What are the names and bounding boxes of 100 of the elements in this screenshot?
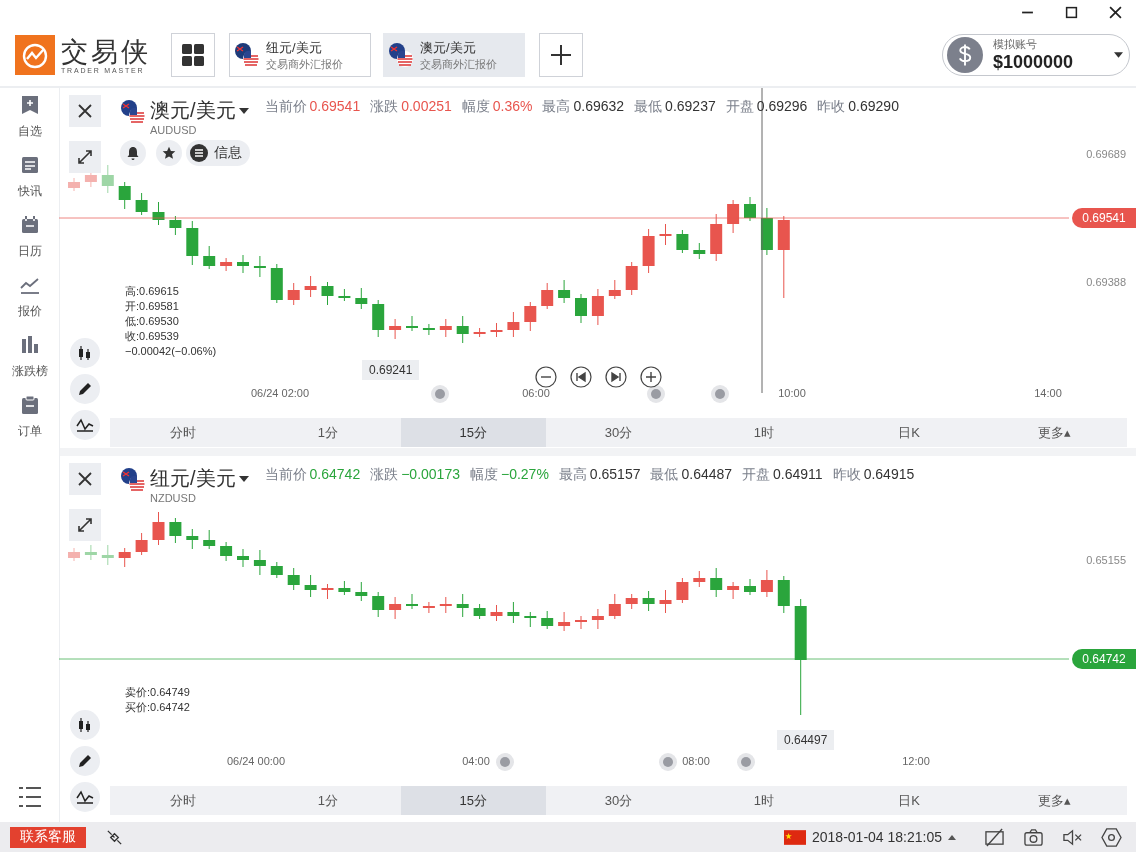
mute-icon[interactable]: [1062, 827, 1083, 847]
event-marker-icon[interactable]: [496, 753, 514, 771]
sidebar-item[interactable]: 日历: [17, 215, 42, 275]
expand-button[interactable]: [69, 141, 101, 173]
quote-label: 当前价: [264, 98, 307, 114]
candlestick-icon: [77, 717, 93, 733]
support-button[interactable]: 联系客服: [10, 826, 86, 848]
event-marker-icon[interactable]: [737, 753, 755, 771]
period-tab[interactable]: 分时: [110, 418, 256, 447]
period-tab[interactable]: 1时: [691, 418, 837, 447]
skip-back-icon[interactable]: [570, 366, 592, 388]
add-button[interactable]: [539, 33, 583, 77]
time-label: 08:00: [682, 755, 710, 767]
quote-value: 0.69632: [573, 98, 625, 114]
candle: [203, 529, 216, 550]
trend-line-icon: [19, 275, 40, 295]
candle: [68, 547, 80, 562]
candle: [642, 228, 655, 274]
candle: [473, 603, 486, 620]
candle-type-button[interactable]: [70, 338, 100, 368]
period-tab[interactable]: 日K: [836, 418, 982, 447]
grid-button[interactable]: [171, 33, 215, 77]
period-tab[interactable]: 30分: [545, 786, 692, 815]
caret-icon[interactable]: [948, 834, 956, 840]
candle: [406, 315, 418, 332]
candle: [439, 318, 452, 338]
time-label: 14:00: [1034, 387, 1062, 399]
time-label: 06/24 00:00: [226, 755, 286, 767]
candle: [760, 207, 773, 256]
screen-off-icon[interactable]: [984, 827, 1005, 847]
expand-button[interactable]: [69, 509, 101, 541]
pair-selector[interactable]: 纽元/美元: [150, 465, 249, 492]
time-label: 12:00: [902, 755, 930, 767]
time-label: 06/24 02:00: [250, 387, 310, 399]
event-marker-icon[interactable]: [647, 385, 665, 403]
quote-label: 昨收: [832, 466, 861, 482]
candle: [524, 611, 537, 628]
zoom-out-icon[interactable]: [535, 366, 557, 388]
quote-value: −0.00173: [401, 466, 460, 482]
close-icon[interactable]: [1109, 6, 1122, 19]
candle: [507, 311, 520, 338]
indicator-button[interactable]: [70, 782, 100, 812]
period-tab[interactable]: 15分: [400, 786, 546, 815]
candle: [237, 548, 249, 568]
sidebar-item[interactable]: 订单: [17, 395, 42, 455]
period-tab[interactable]: 分时: [110, 786, 256, 815]
alert-button[interactable]: [120, 140, 146, 166]
quote-value: 0.36%: [492, 98, 533, 114]
quote-value: 0.64487: [681, 466, 733, 482]
favorite-button[interactable]: [156, 140, 182, 166]
quote-label: 当前价: [264, 466, 307, 482]
period-tab[interactable]: 更多▴: [981, 418, 1127, 447]
candle: [406, 593, 418, 610]
candle: [101, 164, 114, 194]
zoom-in-icon[interactable]: [640, 366, 662, 388]
info-button[interactable]: 信息: [186, 140, 250, 166]
event-marker-icon[interactable]: [659, 753, 677, 771]
camera-icon[interactable]: [1023, 827, 1044, 847]
maximize-icon[interactable]: [1065, 6, 1078, 19]
draw-button[interactable]: [70, 374, 100, 404]
period-tab[interactable]: 1分: [255, 418, 401, 447]
sidebar-item[interactable]: 快讯: [17, 155, 42, 215]
expand-icon: [77, 149, 93, 165]
flag-icon: [120, 467, 146, 493]
quote-tab[interactable]: 澳元/美元 交易商外汇报价: [383, 33, 525, 77]
close-button[interactable]: [69, 463, 101, 495]
indicator-button[interactable]: [70, 410, 100, 440]
period-tab[interactable]: 1时: [691, 786, 837, 815]
candle: [524, 301, 537, 332]
period-tab[interactable]: 30分: [545, 418, 692, 447]
candle: [625, 593, 638, 610]
skip-forward-icon[interactable]: [605, 366, 627, 388]
draw-button[interactable]: [70, 746, 100, 776]
event-marker-icon[interactable]: [431, 385, 449, 403]
period-tab[interactable]: 15分: [400, 418, 546, 447]
time-label: 06:00: [522, 387, 550, 399]
current-price-tag: 0.69541: [1072, 208, 1136, 228]
sidebar-item[interactable]: 自选: [17, 95, 42, 155]
period-tab[interactable]: 日K: [836, 786, 982, 815]
settings-icon[interactable]: [1101, 827, 1122, 847]
menu-icon[interactable]: [17, 786, 42, 808]
close-button[interactable]: [69, 95, 101, 127]
pair-selector[interactable]: 澳元/美元: [150, 97, 249, 124]
candle: [591, 608, 604, 630]
period-tab[interactable]: 1分: [255, 786, 401, 815]
candle-type-button[interactable]: [70, 710, 100, 740]
sidebar-item[interactable]: 涨跌榜: [11, 335, 48, 395]
quote-value: 0.69296: [756, 98, 808, 114]
candle: [693, 570, 706, 588]
clipboard-icon: [19, 395, 40, 415]
quote-tab[interactable]: 纽元/美元 交易商外汇报价: [229, 33, 371, 77]
candle: [608, 279, 621, 300]
quote-value: 0.65157: [589, 466, 641, 482]
event-marker-icon[interactable]: [711, 385, 729, 403]
calendar-icon: [19, 215, 40, 235]
candle: [287, 567, 300, 591]
candle: [372, 299, 385, 338]
period-tab[interactable]: 更多▴: [981, 786, 1127, 815]
candle: [727, 199, 740, 234]
sidebar-item[interactable]: 报价: [17, 275, 42, 335]
